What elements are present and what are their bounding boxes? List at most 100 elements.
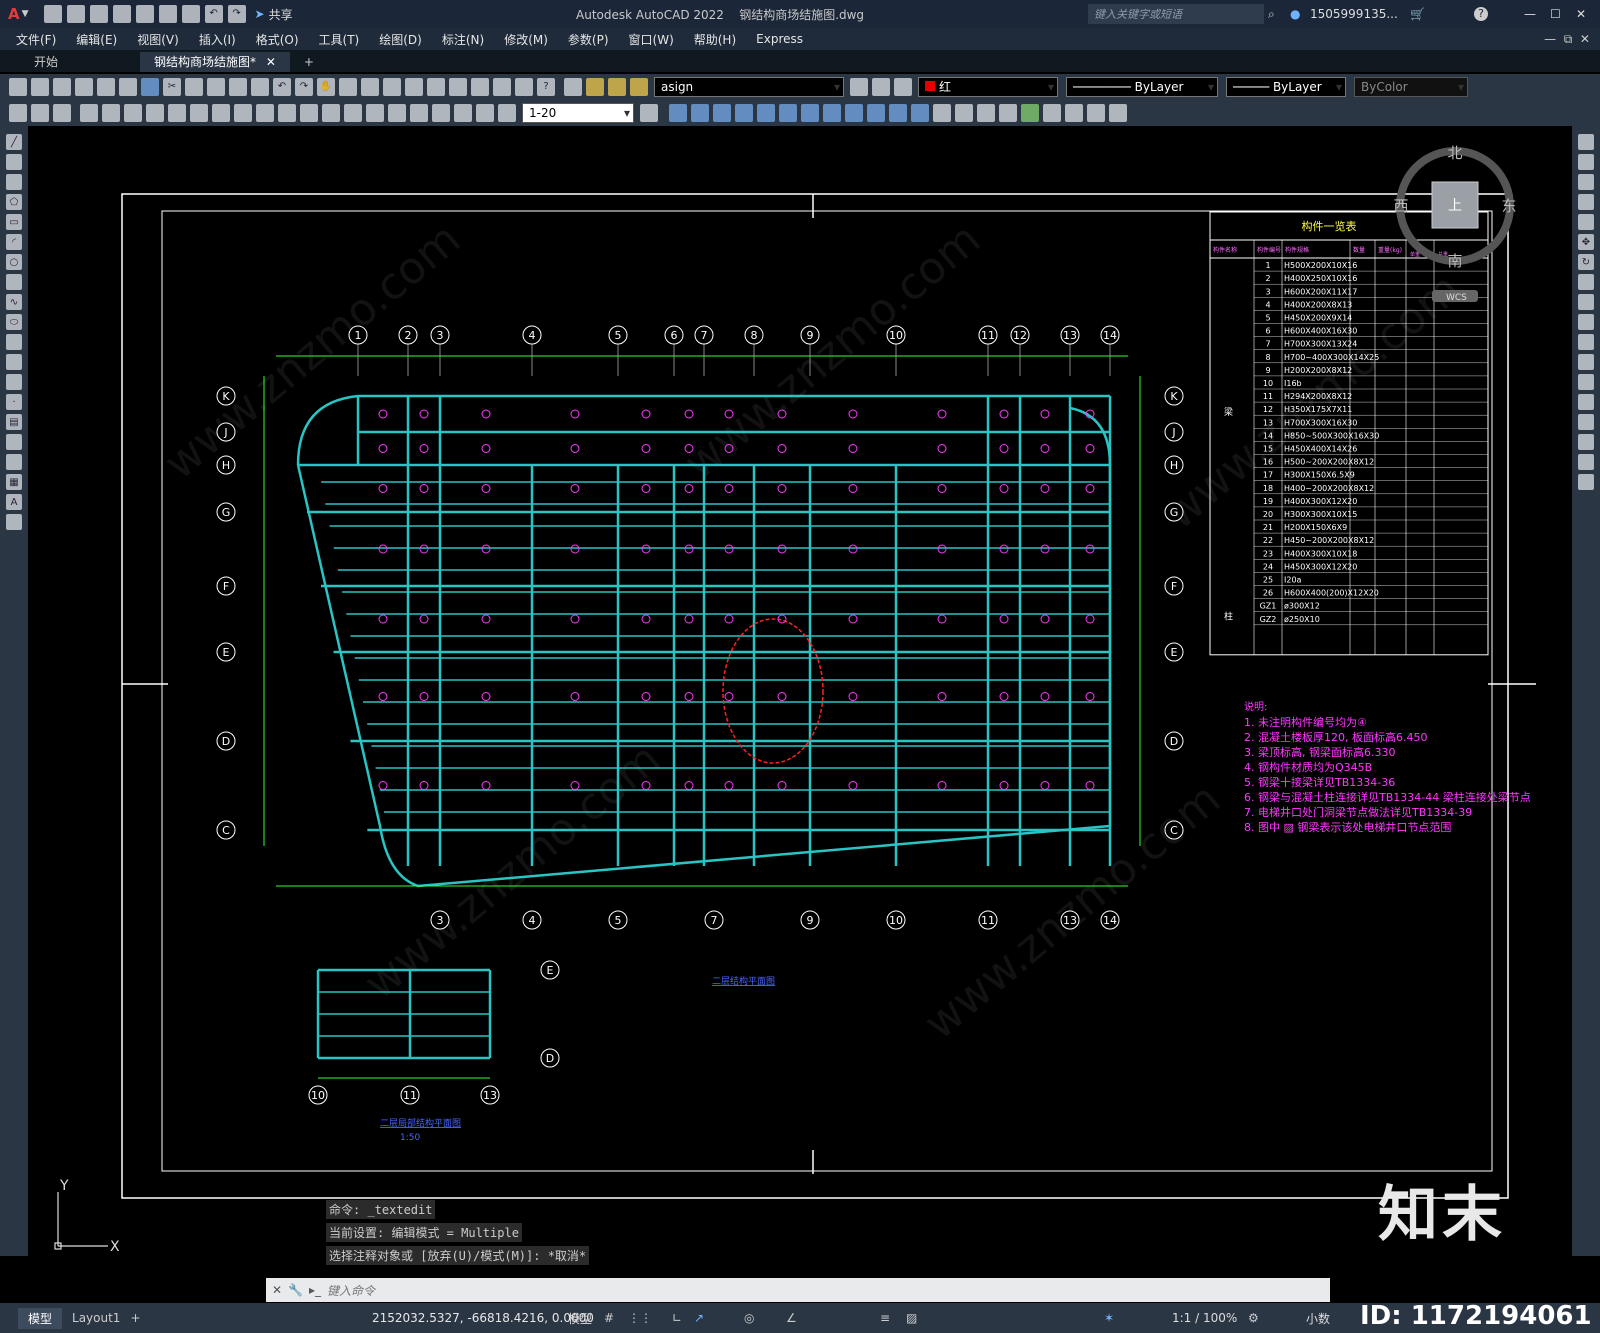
search-icon[interactable]: ⌕ xyxy=(1268,7,1275,22)
lineweight-icon[interactable]: ≡ xyxy=(880,1311,890,1325)
undo-icon[interactable]: ↶ xyxy=(204,5,223,23)
close-button[interactable]: ✕ xyxy=(1576,7,1586,21)
layer-properties-icon[interactable] xyxy=(564,78,582,96)
block-editor-icon[interactable] xyxy=(251,78,269,96)
pan-icon[interactable]: ✋ xyxy=(317,78,335,96)
transparency-icon[interactable]: ▨ xyxy=(906,1311,917,1325)
view-4-icon[interactable] xyxy=(735,104,753,122)
view-3-icon[interactable] xyxy=(713,104,731,122)
menu-window[interactable]: 窗口(W) xyxy=(619,31,684,48)
quick-dim-icon[interactable] xyxy=(256,104,274,122)
open-icon[interactable] xyxy=(66,5,85,23)
view-8-icon[interactable] xyxy=(823,104,841,122)
new-icon[interactable] xyxy=(43,5,62,23)
open-icon[interactable] xyxy=(31,78,49,96)
region-icon[interactable] xyxy=(6,454,22,470)
view-10-icon[interactable] xyxy=(867,104,885,122)
drawing-canvas[interactable]: www.znzmo.com www.znzmo.com www.znzmo.co… xyxy=(28,126,1572,1276)
offset-icon[interactable] xyxy=(1578,194,1594,210)
plot-icon[interactable] xyxy=(181,5,200,23)
rectangle-icon[interactable]: ▭ xyxy=(6,214,22,230)
customize-command-icon[interactable]: 🔧 xyxy=(288,1283,303,1297)
move-icon[interactable]: ✥ xyxy=(1578,234,1594,250)
copy-object-icon[interactable] xyxy=(1578,154,1594,170)
calculator-icon[interactable] xyxy=(515,78,533,96)
join-icon[interactable] xyxy=(1578,394,1594,410)
view-9-icon[interactable] xyxy=(845,104,863,122)
redo-icon[interactable]: ↷ xyxy=(295,78,313,96)
rotate-icon[interactable]: ↻ xyxy=(1578,254,1594,270)
layer-lock-icon[interactable] xyxy=(630,78,648,96)
menu-format[interactable]: 格式(O) xyxy=(246,31,309,48)
spline-icon[interactable]: ∿ xyxy=(6,294,22,310)
arc-length-icon[interactable] xyxy=(124,104,142,122)
line-icon[interactable]: ╱ xyxy=(6,134,22,150)
new-icon[interactable] xyxy=(9,78,27,96)
xline-icon[interactable] xyxy=(6,154,22,170)
break-icon[interactable] xyxy=(1578,374,1594,390)
cart-icon[interactable]: 🛒 xyxy=(1410,7,1425,21)
insert-block-icon[interactable] xyxy=(6,354,22,370)
fillet-icon[interactable] xyxy=(1578,434,1594,450)
add-selected-icon[interactable] xyxy=(6,514,22,530)
save-icon[interactable] xyxy=(53,78,71,96)
properties-icon[interactable] xyxy=(405,78,423,96)
menu-help[interactable]: 帮助(H) xyxy=(684,31,746,48)
cut-icon[interactable]: ✂ xyxy=(163,78,181,96)
units-dropdown[interactable]: 小数 xyxy=(1306,1310,1330,1327)
command-input[interactable]: 键入命令 xyxy=(327,1282,375,1299)
explode-icon[interactable] xyxy=(1578,474,1594,490)
menu-express[interactable]: Express xyxy=(746,32,813,46)
view-12-icon[interactable] xyxy=(911,104,929,122)
paste-icon[interactable] xyxy=(207,78,225,96)
circle-icon[interactable]: ○ xyxy=(6,254,22,270)
menu-dimension[interactable]: 标注(N) xyxy=(432,31,494,48)
ellipse-arc-icon[interactable] xyxy=(6,334,22,350)
ordinate-icon[interactable] xyxy=(146,104,164,122)
ortho-icon[interactable]: ∟ xyxy=(672,1311,682,1325)
grid-icon[interactable]: # xyxy=(604,1311,614,1325)
otrack-icon[interactable]: ∠ xyxy=(786,1311,797,1325)
workspace-icon[interactable]: ⚙ xyxy=(1248,1311,1259,1325)
plotstyle-dropdown[interactable]: ByColor xyxy=(1354,77,1468,97)
color-dropdown[interactable]: 红 xyxy=(918,77,1058,97)
hatch-icon[interactable]: ▤ xyxy=(6,414,22,430)
save-icon[interactable] xyxy=(89,5,108,23)
maximize-button[interactable]: ☐ xyxy=(1550,7,1561,21)
trim-icon[interactable] xyxy=(1578,314,1594,330)
shaded-icon[interactable] xyxy=(977,104,995,122)
menu-insert[interactable]: 插入(I) xyxy=(189,31,246,48)
chamfer-icon[interactable] xyxy=(1578,414,1594,430)
ellipse-icon[interactable]: ⬭ xyxy=(6,314,22,330)
gradient-icon[interactable] xyxy=(6,434,22,450)
annotation-visibility-icon[interactable]: ✶ xyxy=(1104,1311,1114,1325)
plot-icon[interactable] xyxy=(75,78,93,96)
point-icon[interactable]: · xyxy=(6,394,22,410)
draworder-icon[interactable] xyxy=(9,104,27,122)
view-11-icon[interactable] xyxy=(889,104,907,122)
layer-on-icon[interactable] xyxy=(586,78,604,96)
save-web-icon[interactable] xyxy=(158,5,177,23)
ucs-face-icon[interactable] xyxy=(1087,104,1105,122)
publish-icon[interactable] xyxy=(119,78,137,96)
user-account[interactable]: 1505999135... xyxy=(1310,7,1398,21)
chevron-down-icon[interactable]: ▼ xyxy=(22,9,29,19)
plot-preview-icon[interactable] xyxy=(97,78,115,96)
view-2-icon[interactable] xyxy=(691,104,709,122)
annotation-scale[interactable]: 1:1 / 100% xyxy=(1172,1311,1237,1325)
polar-icon[interactable]: ↗ xyxy=(694,1311,704,1325)
ucs-object-icon[interactable] xyxy=(1109,104,1127,122)
layer-freeze-icon[interactable] xyxy=(608,78,626,96)
app-logo-icon[interactable]: A xyxy=(8,5,20,23)
angular-icon[interactable] xyxy=(234,104,252,122)
dim-style-icon[interactable] xyxy=(640,104,658,122)
mtext-icon[interactable]: A xyxy=(6,494,22,510)
tab-start[interactable]: 开始 xyxy=(0,52,140,72)
add-layout-button[interactable]: + xyxy=(130,1311,140,1325)
dim-edit-icon[interactable] xyxy=(454,104,472,122)
doc-window-controls[interactable]: — ⧉ ✕ xyxy=(1544,32,1590,47)
layout-tab-1[interactable]: Layout1 xyxy=(62,1309,130,1327)
menu-view[interactable]: 视图(V) xyxy=(127,31,189,48)
view-5-icon[interactable] xyxy=(757,104,775,122)
minimize-button[interactable]: — xyxy=(1524,7,1536,21)
